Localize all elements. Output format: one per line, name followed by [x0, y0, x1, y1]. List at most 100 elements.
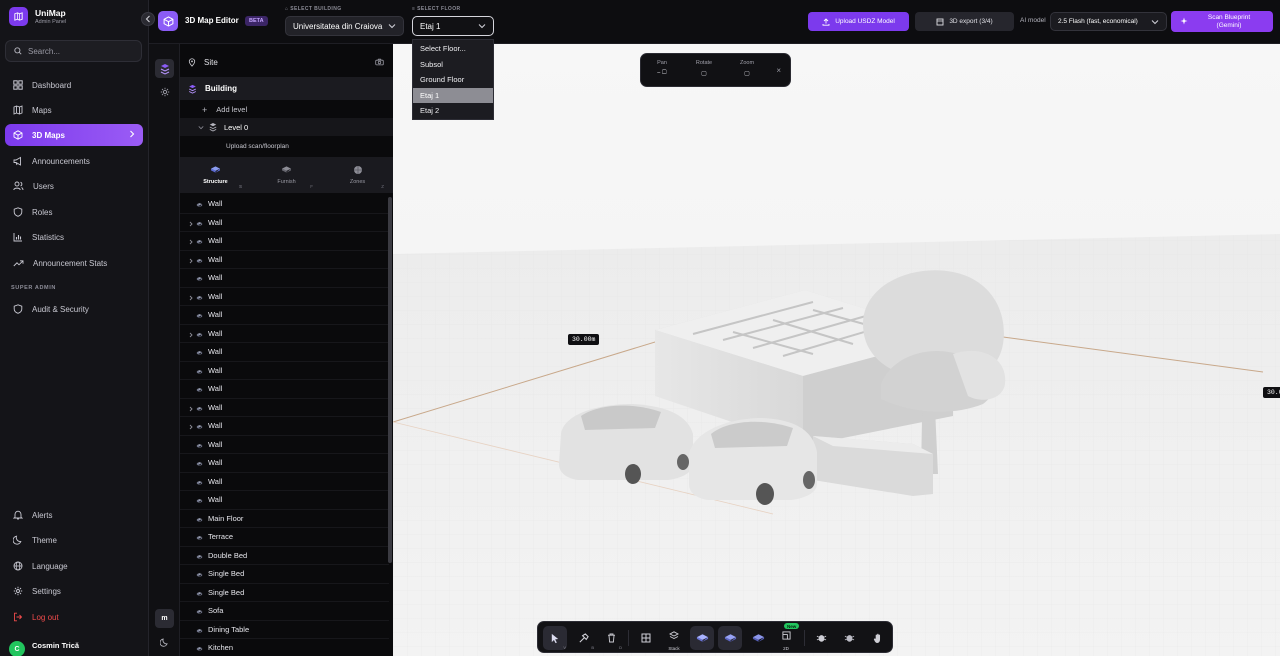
theme-toggle-button[interactable]: [155, 633, 174, 652]
nav-announcements[interactable]: Announcements: [5, 150, 143, 172]
stack-view-button[interactable]: Stack: [662, 626, 686, 651]
delete-tool-button[interactable]: D: [599, 626, 623, 650]
tree-scrollbar[interactable]: [388, 197, 392, 563]
furnish-view-button[interactable]: [718, 626, 742, 650]
tree-item-row[interactable]: Wall: [180, 269, 389, 288]
brand[interactable]: UniMap Admin Panel: [9, 7, 66, 26]
ai-model-select[interactable]: 2.5 Flash (fast, economical): [1050, 12, 1167, 31]
tab-zones[interactable]: Zones Z: [322, 157, 393, 193]
tree-level-row[interactable]: Level 0: [180, 118, 393, 136]
tree-site-row[interactable]: Site: [180, 52, 393, 72]
nav-audit-security[interactable]: Audit & Security: [5, 298, 143, 320]
nav-users[interactable]: Users: [5, 175, 143, 197]
chevron-right-icon[interactable]: [189, 331, 193, 340]
tree-item-row[interactable]: Wall: [180, 343, 389, 362]
add-level-button[interactable]: + Add level: [180, 101, 393, 118]
tree-item-row[interactable]: Wall: [180, 473, 389, 491]
tree-item-row[interactable]: Wall: [180, 251, 389, 269]
build-tool-button[interactable]: B: [571, 626, 595, 650]
3d-scene[interactable]: [393, 44, 1280, 656]
tree-item-row[interactable]: Wall: [180, 325, 389, 343]
3d-export-button[interactable]: 3D export (3/4): [915, 12, 1014, 31]
tree-item-row[interactable]: Wall: [180, 380, 389, 399]
tree-item-row[interactable]: Single Bed: [180, 584, 389, 602]
tree-item-row[interactable]: Wall: [180, 306, 389, 325]
tree-item-row[interactable]: Kitchen: [180, 639, 389, 656]
nav-settings[interactable]: Settings: [5, 580, 143, 602]
floorplan-tool-button[interactable]: [634, 626, 658, 650]
tree-item-row[interactable]: Wall: [180, 232, 389, 251]
nav-language[interactable]: Language: [5, 555, 143, 577]
tree-item-row[interactable]: Double Bed: [180, 547, 389, 565]
floor-option-select[interactable]: Select Floor...: [413, 41, 493, 57]
2d-view-label: 2D: [783, 646, 789, 651]
megaphone-icon: [13, 156, 21, 166]
upload-usdz-button[interactable]: Upload USDZ Model: [808, 12, 909, 31]
nav-roles[interactable]: Roles: [5, 201, 143, 223]
car-model-2[interactable]: [689, 418, 817, 505]
tree-item-row[interactable]: Wall: [180, 362, 389, 380]
tree-building-row[interactable]: Building: [180, 77, 393, 100]
tree-item-row[interactable]: Wall: [180, 454, 389, 473]
chevron-right-icon[interactable]: [189, 405, 193, 414]
tree-item-row[interactable]: Wall: [180, 399, 389, 417]
3d-viewport[interactable]: 30.00m 30.0: [393, 44, 1280, 656]
floor-option-etaj-2[interactable]: Etaj 2: [413, 103, 493, 119]
tree-item-row[interactable]: Wall: [180, 436, 389, 454]
layers-tool-button[interactable]: [155, 59, 174, 78]
nav-logout[interactable]: Log out: [5, 606, 143, 628]
nav-statistics[interactable]: Statistics: [5, 226, 143, 248]
tree-item-row[interactable]: Wall: [180, 288, 389, 306]
settings-tool-button[interactable]: [155, 82, 174, 101]
chevron-right-icon[interactable]: [189, 220, 193, 229]
chevron-right-icon[interactable]: [189, 423, 193, 432]
nav-3d-maps-label: 3D Maps: [32, 130, 65, 140]
floor-select[interactable]: Etaj 1: [412, 16, 494, 36]
tree-item-row[interactable]: Wall: [180, 491, 389, 510]
nav-alerts[interactable]: Alerts: [5, 504, 143, 526]
tree-item-row[interactable]: Wall: [180, 195, 389, 214]
nav-maps[interactable]: Maps: [5, 99, 143, 121]
2d-view-button[interactable]: 2D: [774, 626, 798, 651]
tree-item-row[interactable]: Terrace: [180, 528, 389, 547]
scan-blueprint-button[interactable]: Scan Blueprint (Gemini): [1171, 11, 1273, 32]
tab-furnish[interactable]: Furnish F: [251, 157, 322, 193]
chevron-right-icon[interactable]: [189, 257, 193, 266]
floor-option-subsol[interactable]: Subsol: [413, 57, 493, 73]
tree-item-label: Wall: [208, 310, 223, 319]
item-icon: [196, 608, 203, 617]
select-tool-button[interactable]: V: [543, 626, 567, 650]
nav-theme[interactable]: Theme: [5, 529, 143, 551]
tree-item-row[interactable]: Main Floor: [180, 510, 389, 528]
floor-option-etaj-1[interactable]: Etaj 1: [413, 87, 493, 103]
pan-tool-button[interactable]: [865, 626, 889, 650]
snap-tool-button[interactable]: [809, 626, 833, 650]
chevron-right-icon[interactable]: [189, 238, 193, 247]
floor-option-ground[interactable]: Ground Floor: [413, 72, 493, 88]
units-toggle-button[interactable]: m: [155, 609, 174, 628]
tree-item-row[interactable]: Single Bed: [180, 565, 389, 584]
zones-view-button[interactable]: [746, 626, 770, 650]
nav-dashboard[interactable]: Dashboard: [5, 74, 143, 96]
structure-view-button[interactable]: [690, 626, 714, 650]
tree-item-row[interactable]: Sofa: [180, 602, 389, 621]
upload-scan-button[interactable]: Upload scan/floorplan: [180, 139, 393, 154]
measure-tool-button[interactable]: [837, 626, 861, 650]
item-icon: [196, 534, 203, 543]
user-profile[interactable]: C Cosmin Trică: [9, 641, 79, 656]
chevron-right-icon[interactable]: [189, 294, 193, 303]
nav-3d-maps[interactable]: 3D Maps: [5, 124, 143, 146]
building-select[interactable]: Universitatea din Craiova: [285, 16, 404, 36]
search-box[interactable]: [5, 40, 142, 62]
nav-announcement-stats[interactable]: Announcement Stats: [5, 252, 143, 274]
collapse-sidebar-button[interactable]: [141, 12, 155, 26]
car-model-1[interactable]: [559, 404, 693, 484]
tab-structure[interactable]: Structure S: [180, 157, 251, 193]
search-input[interactable]: [28, 46, 128, 56]
tree-item-row[interactable]: Dining Table: [180, 621, 389, 639]
map-icon: [13, 105, 23, 115]
tree-item-row[interactable]: Wall: [180, 417, 389, 436]
hud-close-button[interactable]: ×: [776, 66, 781, 75]
nav-language-label: Language: [32, 561, 68, 571]
tree-item-row[interactable]: Wall: [180, 214, 389, 232]
